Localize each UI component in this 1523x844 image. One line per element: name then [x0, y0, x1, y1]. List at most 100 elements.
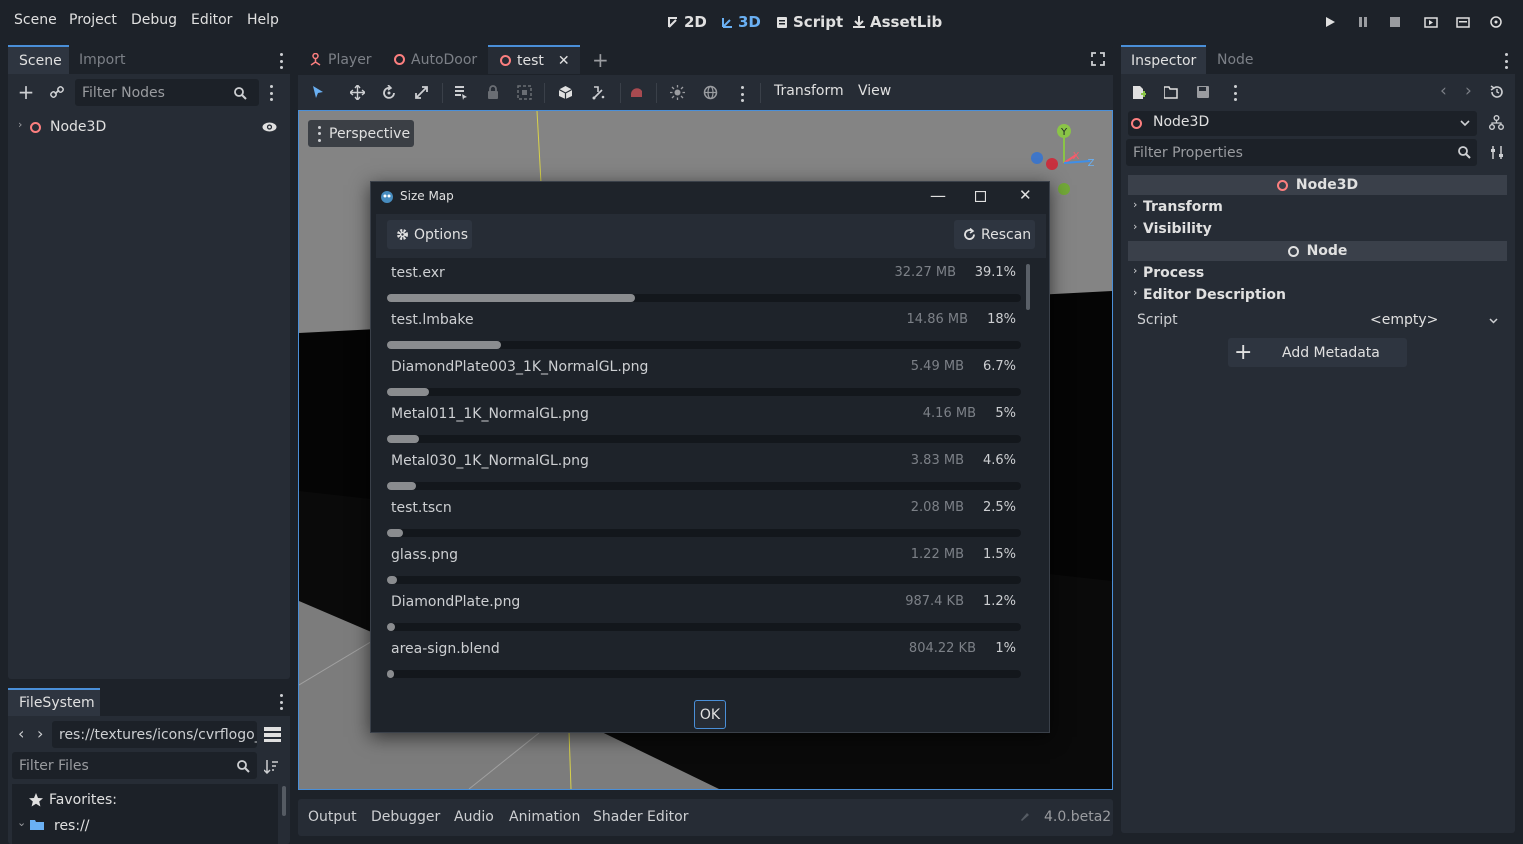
path-input[interactable]: res://textures/icons/cvrflogo_ [52, 721, 257, 748]
new-resource-icon[interactable] [1132, 85, 1146, 100]
ok-button[interactable]: OK [694, 700, 726, 729]
tree-item-node3d[interactable]: › Node3D [8, 114, 290, 140]
tab-import[interactable]: Import [79, 52, 125, 68]
workspace-2d-button[interactable]: 2D [666, 13, 707, 31]
transform-menu[interactable]: Transform [774, 83, 844, 99]
category-transform[interactable]: Transform [1143, 199, 1223, 215]
add-metadata-button[interactable]: + Add Metadata [1228, 338, 1407, 367]
category-editor-description[interactable]: Editor Description [1143, 287, 1286, 303]
filesystem-scrollbar[interactable] [282, 786, 286, 816]
workspace-3d-button[interactable]: 3D [720, 13, 761, 31]
history-back-icon[interactable]: ‹ [1440, 81, 1447, 101]
menu-editor[interactable]: Editor [191, 12, 232, 28]
filter-properties-input[interactable]: Filter Properties [1126, 139, 1477, 166]
tab-shader-editor[interactable]: Shader Editor [593, 809, 688, 825]
tab-animation[interactable]: Animation [509, 809, 580, 825]
history-icon[interactable] [1490, 85, 1504, 99]
chevron-right-icon[interactable]: › [1133, 198, 1137, 211]
play-icon[interactable] [1322, 14, 1338, 30]
sort-icon[interactable] [263, 758, 279, 774]
move-tool-icon[interactable] [350, 85, 365, 100]
scene-filter-menu-icon[interactable] [269, 85, 273, 101]
node-tree-icon[interactable] [1489, 115, 1504, 131]
menu-help[interactable]: Help [247, 12, 279, 28]
scale-tool-icon[interactable] [414, 85, 429, 100]
workspace-assetlib-button[interactable]: AssetLib [852, 13, 942, 31]
script-selector[interactable]: <empty> [1320, 308, 1506, 334]
scene-dock-menu-icon[interactable] [279, 53, 283, 69]
tab-scene[interactable]: Scene [8, 45, 69, 74]
tab-debugger[interactable]: Debugger [371, 809, 440, 825]
add-node-icon[interactable]: + [17, 80, 35, 104]
minimize-icon[interactable]: — [930, 186, 946, 205]
list-select-icon[interactable] [454, 85, 468, 100]
chevron-down-icon[interactable]: ⌄ [17, 816, 26, 829]
close-icon[interactable]: ✕ [1019, 186, 1032, 204]
options-button[interactable]: Options [387, 220, 472, 249]
stop-icon[interactable] [1387, 14, 1403, 30]
chevron-right-icon[interactable]: › [18, 118, 22, 131]
perspective-menu[interactable]: Perspective [308, 120, 414, 147]
view-mode-icon[interactable] [263, 726, 281, 742]
pause-icon[interactable] [1355, 14, 1371, 30]
movie-maker-icon[interactable] [1488, 14, 1504, 30]
chevron-right-icon[interactable]: › [1133, 286, 1137, 299]
section-node[interactable]: Node [1128, 241, 1507, 261]
size-list-scrollbar[interactable] [1026, 264, 1030, 310]
tab-autodoor[interactable]: AutoDoor [394, 45, 488, 74]
inspector-dock-menu-icon[interactable] [1504, 53, 1508, 69]
chevron-right-icon[interactable]: › [1133, 220, 1137, 233]
save-icon[interactable] [1196, 85, 1210, 99]
camera-preview-icon[interactable] [629, 85, 644, 100]
favorites-label[interactable]: Favorites: [49, 792, 117, 808]
snap-icon[interactable] [591, 85, 606, 100]
menu-project[interactable]: Project [69, 12, 117, 28]
object-selector[interactable]: Node3D [1128, 111, 1477, 136]
view-menu[interactable]: View [858, 83, 891, 99]
file-size: 2.08 MB [910, 500, 964, 515]
inspector-more-icon[interactable] [1233, 85, 1237, 101]
filter-files-input[interactable]: Filter Files [12, 752, 257, 779]
open-folder-icon[interactable] [1164, 86, 1179, 99]
menu-scene[interactable]: Scene [14, 12, 57, 28]
add-scene-tab-icon[interactable]: + [592, 48, 609, 72]
section-node3d[interactable]: Node3D [1128, 175, 1507, 195]
property-filter-icon[interactable] [1490, 145, 1504, 160]
sun-icon[interactable] [670, 85, 685, 100]
forward-icon[interactable]: › [37, 724, 43, 743]
close-tab-icon[interactable]: ✕ [558, 53, 570, 69]
tab-player[interactable]: Player [298, 45, 390, 74]
history-forward-icon[interactable]: › [1465, 81, 1472, 101]
rotate-tool-icon[interactable] [382, 85, 397, 100]
tab-test[interactable]: test ✕ [488, 45, 580, 74]
tab-node[interactable]: Node [1217, 52, 1254, 68]
environment-icon[interactable] [703, 85, 718, 100]
visibility-eye-icon[interactable] [262, 122, 277, 132]
menu-debug[interactable]: Debug [131, 12, 177, 28]
category-process[interactable]: Process [1143, 265, 1204, 281]
tab-output[interactable]: Output [308, 809, 357, 825]
select-tool-icon[interactable] [311, 85, 325, 99]
rescan-button[interactable]: Rescan [954, 220, 1035, 249]
size-bar-fill [387, 670, 394, 678]
fullscreen-icon[interactable] [1091, 52, 1105, 66]
tab-audio[interactable]: Audio [454, 809, 494, 825]
workspace-script-button[interactable]: Script [775, 13, 843, 31]
tab-inspector[interactable]: Inspector [1121, 45, 1206, 74]
link-icon[interactable] [48, 83, 66, 101]
lock-icon[interactable] [487, 85, 499, 100]
filesystem-menu-icon[interactable] [279, 694, 283, 710]
category-visibility[interactable]: Visibility [1143, 221, 1212, 237]
play-custom-scene-icon[interactable] [1455, 14, 1471, 30]
local-space-icon[interactable] [558, 85, 573, 100]
tree-item-label: Node3D [50, 119, 107, 135]
play-scene-icon[interactable] [1423, 14, 1439, 30]
group-icon[interactable] [517, 85, 532, 100]
gizmo-y-label: Y [1060, 127, 1068, 138]
chevron-right-icon[interactable]: › [1133, 264, 1137, 277]
tab-filesystem[interactable]: FileSystem [8, 688, 100, 716]
res-root-label[interactable]: res:// [54, 818, 90, 834]
viewport-more-icon[interactable] [740, 86, 744, 102]
maximize-icon[interactable] [975, 191, 986, 202]
back-icon[interactable]: ‹ [18, 724, 24, 743]
